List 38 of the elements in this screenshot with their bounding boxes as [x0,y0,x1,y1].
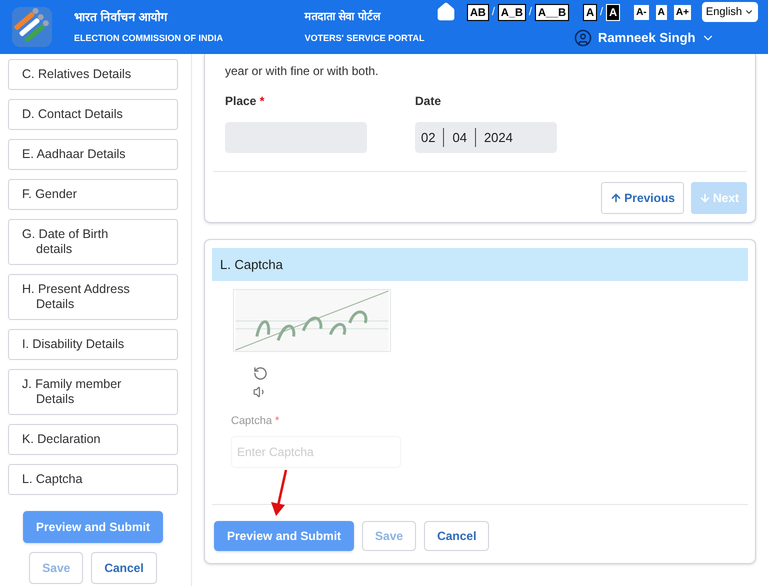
contrast-button[interactable]: A [606,4,620,20]
text-spacing-button[interactable]: AB [466,4,489,20]
portal-english-name: VOTERS' SERVICE PORTAL [304,32,426,44]
sidebar-item[interactable]: E. Aadhaar Details [8,139,178,170]
sidebar-item[interactable]: I. Disability Details [8,329,178,360]
font-size-button[interactable]: A+ [674,4,691,20]
form-button[interactable]: Cancel [91,552,157,584]
text-spacing-button[interactable]: A_B [498,4,526,20]
required-mark: * [260,94,264,108]
sidebar-item[interactable]: C. Relatives Details [8,59,178,90]
text-spacing-button[interactable]: A__B [534,4,570,20]
form-button[interactable]: Cancel [424,520,490,550]
sidebar-item[interactable]: F. Gender [8,179,178,210]
language-select[interactable]: English [702,2,758,22]
sidebar-item[interactable]: K. Declaration [8,424,178,455]
org-english-name: ELECTION COMMISSION OF INDIA [74,32,224,46]
sidebar-item[interactable]: G. Date of Birth details [8,219,178,265]
user-name[interactable]: Ramneek Singh [598,28,696,48]
portal-hindi-name: मतदाता सेवा पोर्टल [304,9,382,25]
contrast-button[interactable]: A [583,4,598,20]
sidebar-item[interactable]: L. Captcha [8,464,178,495]
previous-button[interactable]: Previous [601,182,684,214]
field-label: Place * [225,93,266,110]
font-size-button[interactable]: A- [634,4,649,20]
org-hindi-name: भारत निर्वाचन आयोग [74,9,169,26]
font-size-button[interactable]: A [656,4,667,20]
date-field[interactable]: 02 04 2024 [415,122,557,153]
section-header: L. Captcha [212,248,748,281]
sidebar-item[interactable]: H. Present Address Details [8,274,178,320]
separator: / [600,4,604,20]
sidebar-item[interactable]: J. Family member Details [8,369,178,415]
declaration-text: year or with fine or with both. [225,63,380,80]
separator: / [492,4,495,20]
field-label: Captcha * [231,414,280,429]
required-mark: * [275,415,280,427]
field-label: Date [415,93,442,110]
sidebar-item[interactable]: D. Contact Details [8,99,178,130]
separator: / [528,4,532,20]
